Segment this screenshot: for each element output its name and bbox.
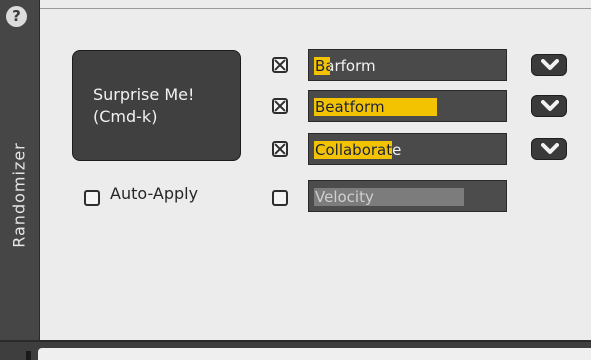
side-strip: ? Randomizer <box>0 0 40 340</box>
beatform-label-dark: Beatform <box>315 98 385 116</box>
bottom-bar <box>0 340 591 360</box>
collaborate-slider[interactable]: Collaborate Collaborate <box>308 133 507 165</box>
barform-label-dark: Barform <box>315 57 330 75</box>
collaborate-checkbox[interactable] <box>272 141 288 157</box>
auto-apply-checkbox[interactable] <box>84 190 100 206</box>
side-title: Randomizer <box>9 142 29 248</box>
barform-checkbox[interactable] <box>272 57 288 73</box>
bottom-bar-inner <box>38 348 591 360</box>
chevron-down-icon <box>541 100 559 111</box>
randomizer-window: ? Randomizer Surprise Me! (Cmd-k) Auto-A… <box>0 0 591 360</box>
surprise-me-shortcut: (Cmd-k) <box>93 106 158 126</box>
chevron-down-icon <box>541 59 559 70</box>
barform-slider[interactable]: Barform Barform <box>308 49 507 81</box>
barform-dropdown[interactable] <box>531 54 567 76</box>
velocity-label: Velocity <box>315 188 374 206</box>
beatform-label-clip: Beatform <box>309 91 437 121</box>
chevron-down-icon <box>541 143 559 154</box>
collaborate-label-clip: Collaborate <box>309 134 392 164</box>
barform-label-clip: Barform <box>309 50 330 80</box>
beatform-dropdown[interactable] <box>531 95 567 117</box>
collaborate-dropdown[interactable] <box>531 138 567 160</box>
question-icon[interactable]: ? <box>6 6 27 27</box>
beatform-slider[interactable]: Beatform Beatform <box>308 90 507 122</box>
bottom-bar-marker <box>26 351 31 360</box>
auto-apply-label: Auto-Apply <box>110 184 199 203</box>
surprise-me-label: Surprise Me! <box>93 84 195 104</box>
velocity-checkbox[interactable] <box>272 190 288 206</box>
collaborate-label-dark: Collaborate <box>315 141 392 159</box>
velocity-slider[interactable]: Velocity <box>308 180 507 212</box>
beatform-checkbox[interactable] <box>272 98 288 114</box>
surprise-me-button[interactable]: Surprise Me! (Cmd-k) <box>72 50 241 161</box>
